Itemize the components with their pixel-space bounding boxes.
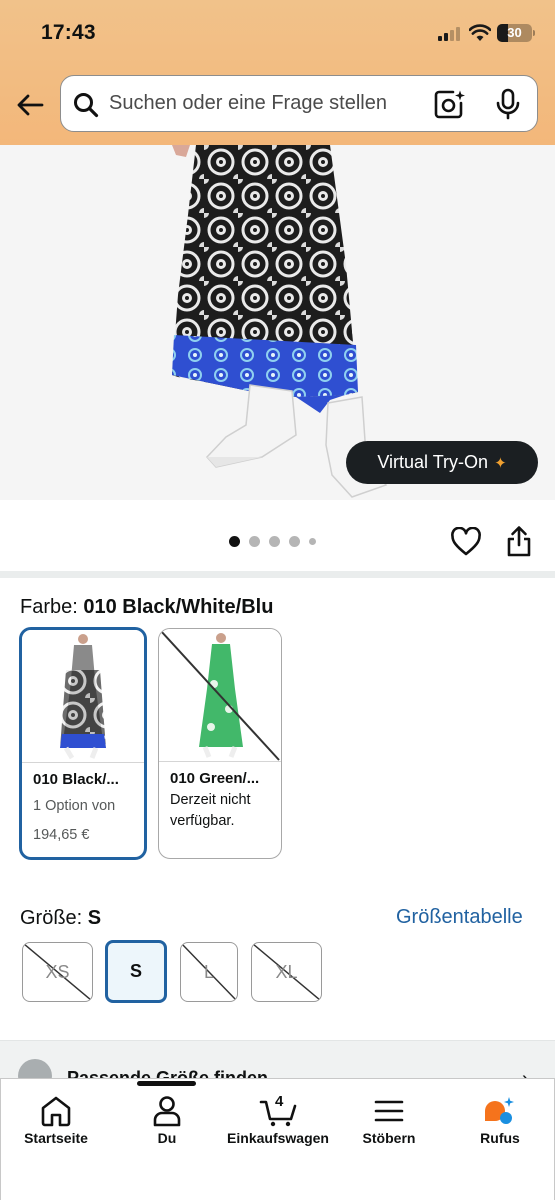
battery-level: 30 <box>507 25 522 40</box>
clock: 17:43 <box>41 21 96 44</box>
section-divider <box>0 571 555 578</box>
size-option-label: L <box>203 961 214 982</box>
nav-item-you[interactable]: Du <box>112 1079 223 1151</box>
nav-label: Rufus <box>480 1130 520 1146</box>
nav-item-home[interactable]: Startseite <box>1 1079 112 1151</box>
carousel-dot[interactable] <box>249 536 260 547</box>
nav-item-rufus[interactable]: Rufus <box>445 1079 555 1151</box>
virtual-try-on-label: Virtual Try-On <box>377 452 489 472</box>
person-icon <box>153 1096 181 1127</box>
nav-label: Du <box>157 1130 177 1146</box>
back-button[interactable] <box>14 90 46 120</box>
swatch-name: 010 Green/... <box>170 770 260 787</box>
heart-icon[interactable] <box>450 527 482 557</box>
swatch-name: 010 Black/... <box>33 771 119 788</box>
size-option-label: XS <box>45 961 70 982</box>
swatch-thumbnail <box>22 630 144 763</box>
size-option-xl[interactable]: XL <box>251 942 322 1002</box>
nav-item-browse[interactable]: Stöbern <box>334 1079 445 1151</box>
battery-icon: 30 <box>497 24 532 42</box>
home-icon <box>41 1096 71 1127</box>
arrow-left-icon <box>17 94 44 116</box>
size-label-prefix: Größe: <box>20 907 88 929</box>
size-label: Größe: S <box>20 907 101 930</box>
nav-label: Stöbern <box>362 1130 416 1146</box>
search-icon <box>74 93 99 118</box>
swatch-price: 194,65 € <box>33 827 90 843</box>
selected-size: S <box>87 907 102 929</box>
swatch-thumbnail <box>159 629 281 762</box>
nav-label: Einkaufswagen <box>227 1130 329 1146</box>
dress-thumbnail-green <box>199 633 243 758</box>
carousel-dots[interactable] <box>229 536 316 547</box>
battery-nub <box>533 30 535 36</box>
microphone-icon[interactable] <box>495 88 521 120</box>
swatch-availability: Derzeit nicht verfügbar. <box>170 792 251 829</box>
swatch-options: 1 Option von <box>33 798 116 814</box>
size-option-l[interactable]: L <box>180 942 238 1002</box>
color-label: Farbe: 010 Black/White/Blu <box>20 596 273 619</box>
color-swatch-black[interactable]: 010 Black/... 1 Option von 194,65 € <box>19 627 147 860</box>
carousel-dot[interactable] <box>309 538 316 545</box>
nav-item-cart[interactable]: 4 Einkaufswagen <box>223 1079 334 1151</box>
color-label-prefix: Farbe: <box>20 596 84 618</box>
search-input[interactable] <box>109 76 419 130</box>
virtual-try-on-button[interactable]: Virtual Try-On ✦ <box>346 441 538 484</box>
camera-lens-icon[interactable] <box>434 89 466 119</box>
bottom-navigation: Startseite Du 4 Einkaufswagen Stöbern Ru… <box>0 1078 555 1200</box>
size-chart-link[interactable]: Größentabelle <box>396 906 523 929</box>
size-option-label: XL <box>275 961 298 982</box>
wifi-icon <box>469 24 491 41</box>
dress-thumbnail-black <box>60 634 106 760</box>
cart-count-badge: 4 <box>275 1093 284 1110</box>
carousel-dot[interactable] <box>289 536 300 547</box>
nav-label: Startseite <box>24 1130 88 1146</box>
carousel-dot[interactable] <box>229 536 240 547</box>
image-carousel-controls <box>0 500 555 571</box>
search-bar[interactable] <box>60 75 538 132</box>
status-bar: 17:43 30 <box>0 0 555 66</box>
menu-icon <box>374 1100 404 1122</box>
size-option-label: S <box>129 961 142 981</box>
selected-color: 010 Black/White/Blu <box>83 596 274 618</box>
size-option-s[interactable]: S <box>105 940 167 1003</box>
color-swatch-green[interactable]: 010 Green/... Derzeit nicht verfügbar. <box>158 628 282 859</box>
product-page: 17:43 30 Suchen oder eine Frage stellen … <box>0 0 555 1200</box>
carousel-dot[interactable] <box>269 536 280 547</box>
size-option-xs[interactable]: XS <box>22 942 93 1002</box>
rufus-icon <box>485 1097 514 1124</box>
header: 17:43 30 <box>0 0 555 145</box>
sparkle-icon: ✦ <box>494 454 507 472</box>
home-indicator <box>137 1081 196 1086</box>
share-icon[interactable] <box>506 525 532 557</box>
signal-icon <box>438 27 460 41</box>
